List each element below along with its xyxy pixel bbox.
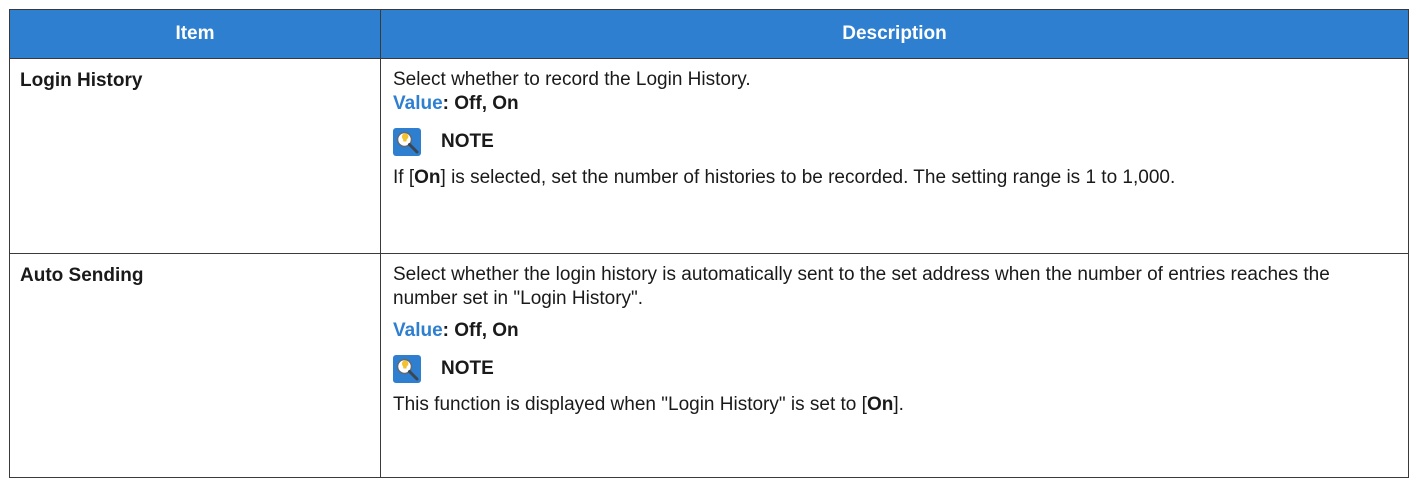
description-text: Select whether to record the Login Histo… [393, 69, 751, 90]
note-magnifier-icon [393, 128, 421, 156]
value-options: Off, On [454, 320, 519, 341]
item-name: Auto Sending [9, 253, 381, 478]
value-label: Value [393, 320, 443, 341]
header-description: Description [380, 9, 1409, 59]
item-name: Login History [9, 58, 381, 254]
note-text-post: ]. [893, 394, 904, 415]
table-row: Auto Sending Select whether the login hi… [9, 253, 1409, 478]
table-row: Login History Select whether to record t… [9, 58, 1409, 254]
note-magnifier-icon [393, 355, 421, 383]
note-text-post: ] is selected, set the number of histori… [440, 167, 1176, 188]
item-description-cell: Select whether the login history is auto… [380, 253, 1409, 478]
header-item: Item [9, 9, 381, 59]
note-heading: NOTE [393, 128, 1398, 156]
value-line: Value: Off, On [393, 92, 1398, 116]
note-heading: NOTE [393, 355, 1398, 383]
note-title: NOTE [441, 131, 494, 152]
note-title: NOTE [441, 358, 494, 379]
value-separator: : [442, 93, 455, 114]
note-text-pre: If [ [393, 167, 415, 188]
note-text-bold: On [414, 167, 441, 188]
value-label: Value [393, 93, 443, 114]
value-separator: : [442, 320, 455, 341]
table-header-row: Item Description [9, 9, 1409, 59]
value-options: Off, On [454, 93, 519, 114]
value-line: Value: Off, On [393, 319, 1398, 343]
note-text-pre: This function is displayed when "Login H… [393, 394, 867, 415]
settings-table: Item Description Login History Select wh… [9, 9, 1409, 478]
description-text: Select whether the login history is auto… [393, 264, 1330, 309]
note-text: If [On] is selected, set the number of h… [393, 166, 1398, 190]
note-text: This function is displayed when "Login H… [393, 393, 1398, 417]
note-text-bold: On [866, 394, 894, 415]
item-description-cell: Select whether to record the Login Histo… [380, 58, 1409, 254]
